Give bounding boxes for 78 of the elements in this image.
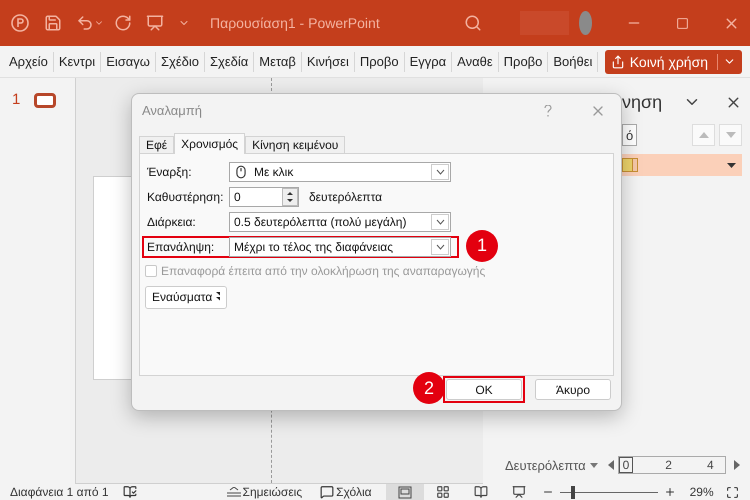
ribbon-tab[interactable]: Αρχείο (4, 52, 54, 72)
slide-counter: Διαφάνεια 1 από 1 (10, 485, 109, 499)
tick-label: 2 (664, 458, 673, 472)
number-field[interactable]: 0 (229, 186, 299, 207)
ribbon-tab[interactable]: Εισαγω (101, 52, 156, 72)
field-label: Διάρκεια: (147, 214, 197, 229)
down-triangle-icon (726, 132, 736, 138)
caret-icon (436, 168, 444, 175)
share-icon (610, 54, 625, 68)
app-logo-icon (10, 13, 30, 33)
ribbon-tab[interactable]: Κινήσει (302, 52, 355, 72)
tick-label: 4 (706, 458, 715, 472)
timeline-label[interactable]: Δευτερόλεπτα (505, 458, 586, 472)
comments-button[interactable]: Σχόλια (320, 485, 372, 499)
reading-view-icon (474, 485, 488, 499)
fit-to-window-icon[interactable] (726, 486, 739, 498)
scroll-right-icon[interactable] (734, 460, 740, 470)
presentation-icon[interactable] (146, 14, 164, 32)
triggers-button[interactable]: Εναύσματα (145, 286, 227, 309)
timing-bar-icon (622, 158, 638, 172)
normal-view-icon (398, 486, 412, 498)
mouse-icon (234, 164, 248, 179)
field-label: Επανάληψη: (147, 240, 216, 254)
pane-title: νηση (622, 92, 662, 112)
scroll-left-icon[interactable] (608, 460, 614, 470)
dropdown-field[interactable]: Με κλικ (229, 162, 451, 182)
ribbon-tab[interactable]: Μεταβ (254, 52, 302, 72)
slide-sorter-icon (436, 485, 450, 499)
field-label: Καθυστέρηση: (147, 190, 224, 204)
double-caret-icon (216, 292, 220, 302)
dialog-tab[interactable]: Κίνηση κειμένου (245, 136, 346, 154)
step-badge: 2 (413, 372, 445, 404)
ribbon-tab[interactable]: Σχεδία (204, 52, 254, 72)
save-icon[interactable] (44, 14, 62, 32)
redo-icon[interactable] (114, 14, 132, 32)
dialog-tab[interactable]: Εφέ (139, 136, 174, 154)
dropdown-field[interactable]: Μέχρι το τέλος της διαφάνειας (229, 236, 451, 257)
zoom-level: 29% (690, 485, 714, 499)
spin-arrows-icon[interactable] (282, 188, 298, 206)
ribbon-tab[interactable]: Βοήθει (548, 52, 598, 72)
zoom-in-icon[interactable] (664, 486, 676, 498)
field-label: Έναρξη: (147, 164, 193, 179)
accessibility-icon[interactable] (122, 485, 137, 499)
up-triangle-icon (698, 132, 708, 138)
notes-icon (226, 487, 241, 497)
caret-icon (436, 218, 444, 225)
ribbon-tab[interactable]: Σχέδιο (156, 52, 205, 72)
ribbon-tab[interactable]: Εγγρα (404, 52, 452, 72)
view-button[interactable] (386, 484, 424, 500)
maximize-icon[interactable] (676, 16, 689, 30)
comment-icon (320, 485, 334, 499)
slide-number: 1 (12, 92, 20, 108)
checkbox-label: Επαναφορά έπειτα από την ολοκλήρωση της αναπαραγωγής (161, 264, 486, 278)
window-title: Παρουσίαση1 - PowerPoint (210, 15, 380, 31)
step-badge: 1 (466, 230, 498, 262)
undo-icon[interactable] (76, 14, 94, 32)
dialog-button[interactable]: Άκυρο (535, 379, 611, 400)
dialog-title: Αναλαμπή (142, 103, 202, 118)
play-button[interactable]: ό (622, 124, 638, 146)
caret-icon (436, 244, 444, 250)
help-icon[interactable] (544, 104, 552, 117)
ribbon-tab[interactable]: Προβο (354, 52, 405, 72)
tick-label: 0 (618, 457, 634, 473)
slideshow-icon (512, 485, 526, 499)
search-icon[interactable] (464, 14, 482, 32)
ribbon-tab[interactable]: Κεντρι (54, 52, 102, 72)
dropdown-caret-icon[interactable] (727, 162, 736, 168)
caret-icon[interactable] (590, 462, 598, 468)
ribbon-tab[interactable]: Προβο (498, 52, 548, 72)
share-button[interactable]: Κοινή χρήση (604, 50, 742, 74)
dropdown-field[interactable]: 0.5 δευτερόλεπτα (πολύ μεγάλη) (229, 212, 451, 232)
slide-thumbnail[interactable] (34, 93, 56, 108)
ribbon-tab[interactable]: Αναθε (452, 52, 499, 72)
dialog-tab[interactable]: Χρονισμός (174, 132, 246, 154)
slider-thumb[interactable] (571, 486, 576, 498)
notes-button[interactable]: Σημειώσεις (226, 485, 302, 499)
unit-label: δευτερόλεπτα (309, 190, 382, 204)
dialog-button[interactable]: OK (446, 379, 522, 400)
